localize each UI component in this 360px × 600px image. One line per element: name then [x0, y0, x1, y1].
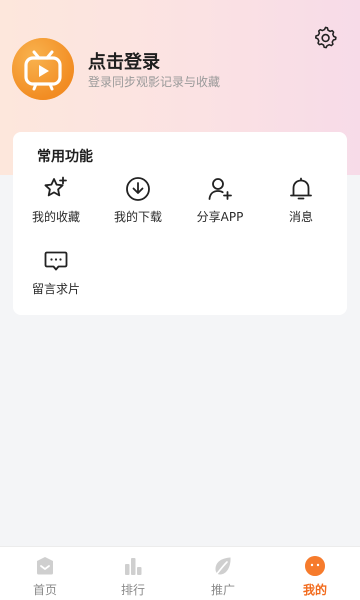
- avatar[interactable]: [12, 38, 74, 100]
- common-functions-card: 常用功能 我的收藏 我的下载 分享APP 消息 留言求片: [13, 132, 347, 315]
- share-app-button[interactable]: 分享APP: [179, 176, 261, 232]
- feature-label: 分享APP: [196, 210, 244, 224]
- message-icon: [43, 248, 69, 274]
- leaf-icon: [212, 555, 234, 577]
- feature-label: 留言求片: [31, 282, 80, 296]
- request-movie-button[interactable]: 留言求片: [15, 248, 97, 304]
- user-plus-icon: [207, 176, 233, 202]
- gear-icon[interactable]: [314, 26, 338, 50]
- star-plus-icon: [43, 176, 69, 202]
- download-icon: [125, 176, 151, 202]
- tab-label: 我的: [302, 583, 327, 597]
- tab-promote[interactable]: 推广: [178, 547, 268, 600]
- bottom-tab-bar: 首页 排行 推广 我的: [0, 546, 360, 600]
- feature-label: 消息: [288, 210, 313, 224]
- bell-icon: [288, 176, 314, 202]
- downloads-button[interactable]: 我的下载: [97, 176, 179, 232]
- tab-mine[interactable]: 我的: [270, 547, 360, 600]
- tab-ranking[interactable]: 排行: [88, 547, 178, 600]
- bar-chart-icon: [122, 555, 144, 577]
- feature-label: 我的下载: [113, 210, 162, 224]
- card-title: 常用功能: [37, 149, 93, 165]
- tab-label: 排行: [120, 583, 145, 597]
- profile-page: 点击登录 登录同步观影记录与收藏 常用功能 我的收藏 我的下载 分享APP 消息…: [0, 0, 360, 600]
- face-icon: [304, 555, 326, 577]
- feature-label: 我的收藏: [31, 210, 80, 224]
- messages-button[interactable]: 消息: [260, 176, 342, 232]
- login-subtitle: 登录同步观影记录与收藏: [88, 75, 221, 89]
- tab-label: 推广: [210, 583, 235, 597]
- tab-label: 首页: [32, 583, 57, 597]
- login-title[interactable]: 点击登录: [88, 48, 160, 74]
- home-icon: [34, 555, 56, 577]
- favorites-button[interactable]: 我的收藏: [15, 176, 97, 232]
- tab-home[interactable]: 首页: [0, 547, 90, 600]
